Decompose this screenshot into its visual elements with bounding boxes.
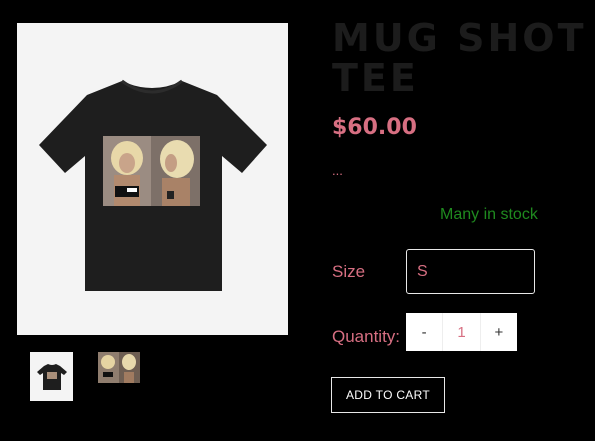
product-main-image[interactable] [17,23,288,335]
size-label: Size [332,262,366,281]
quantity-input[interactable]: 1 [442,313,481,351]
quantity-stepper[interactable]: - 1 + [406,313,517,351]
product-description: ... [332,163,343,178]
tshirt-image [39,79,267,291]
quantity-decrease-button[interactable]: - [406,313,442,351]
stock-status: Many in stock [440,206,538,223]
size-selected-value: S [417,263,428,280]
size-select[interactable]: S [406,249,535,294]
tshirt-thumb-icon [36,363,67,390]
add-to-cart-button[interactable]: ADD TO CART [331,377,445,413]
quantity-label: Quantity: [332,327,401,346]
quantity-increase-button[interactable]: + [481,313,517,351]
thumbnail-tshirt[interactable] [30,352,73,401]
thumbnail-photo-print[interactable] [98,352,140,383]
product-title: MUG SHOT TEE [332,16,587,100]
photo-print-thumb-icon [98,352,140,383]
product-price: $60.00 [332,115,417,140]
